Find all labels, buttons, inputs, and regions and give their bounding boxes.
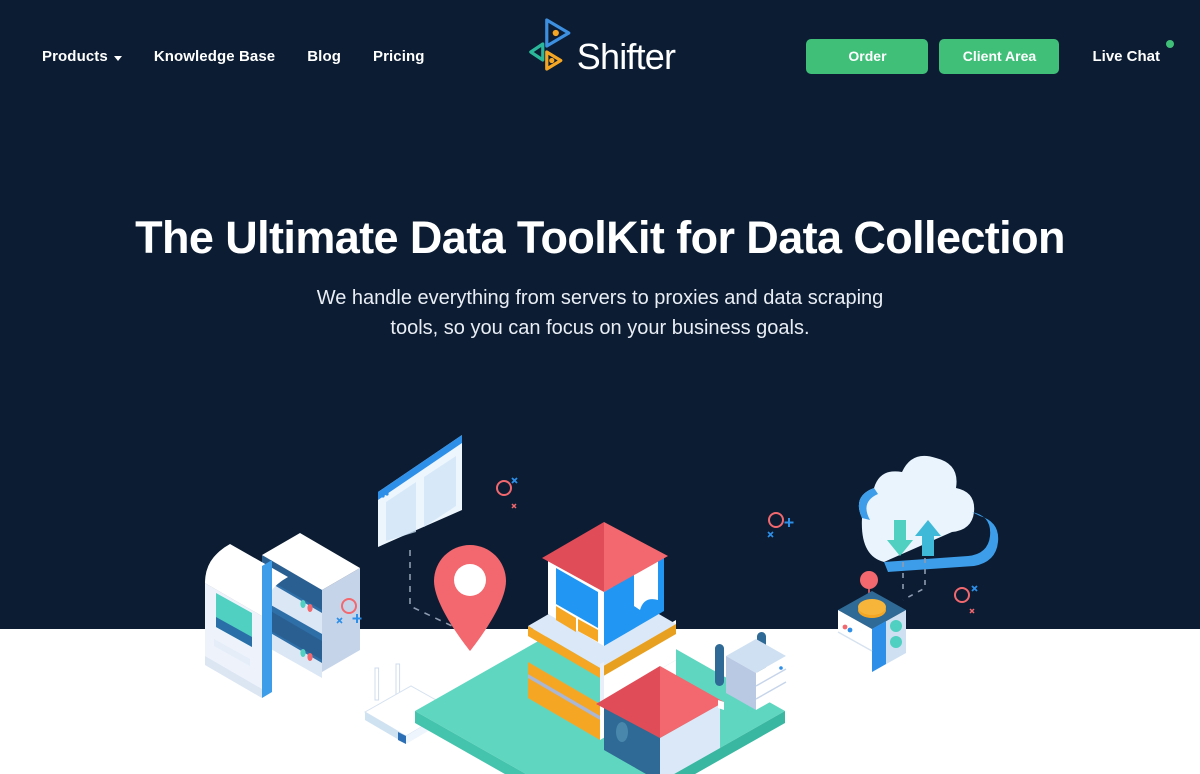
- page-title: The Ultimate Data ToolKit for Data Colle…: [135, 212, 1065, 263]
- hero-subtitle-line-2: tools, so you can focus on your business…: [390, 316, 810, 339]
- client-area-button[interactable]: Client Area: [939, 38, 1060, 74]
- main-navigation: Products Knowledge Base Blog Pricing Shi…: [0, 0, 1200, 112]
- server-tower-illustration: [205, 533, 360, 698]
- nav-item-knowledge-base[interactable]: Knowledge Base: [154, 48, 275, 65]
- hero-subtitle-line-1: We handle everything from servers to pro…: [316, 286, 884, 309]
- nav-item-pricing[interactable]: Pricing: [373, 48, 425, 65]
- online-status-dot-icon: [1166, 39, 1174, 48]
- location-pin-icon: [434, 545, 506, 651]
- site-logo-text: Shifter: [576, 36, 676, 77]
- chevron-down-icon: [113, 55, 122, 61]
- live-chat-link[interactable]: Live Chat: [1092, 39, 1174, 65]
- order-button[interactable]: Order: [806, 38, 929, 74]
- decorative-dots-center: [496, 477, 518, 509]
- nav-item-products[interactable]: Products: [42, 48, 122, 65]
- hero-illustration: [0, 410, 1200, 774]
- live-chat-label: Live Chat: [1092, 47, 1160, 65]
- browser-window-illustration: [378, 435, 462, 547]
- decorative-dots-upper-right: [767, 512, 794, 538]
- nav-links-group: Products Knowledge Base Blog Pricing: [42, 0, 425, 112]
- cloud-sync-illustration: [858, 455, 999, 572]
- nav-actions-group: Order Client Area Live Chat: [806, 0, 1174, 112]
- site-logo[interactable]: Shifter: [521, 14, 679, 82]
- nav-item-blog[interactable]: Blog: [307, 48, 341, 65]
- isometric-scene-svg: [205, 435, 999, 774]
- hero-section: The Ultimate Data ToolKit for Data Colle…: [0, 212, 1200, 343]
- hero-subtitle: We handle everything from servers to pro…: [0, 283, 1200, 343]
- network-device-illustration: [837, 571, 906, 672]
- decorative-dots-right: [954, 585, 978, 614]
- shifter-logo-icon: [529, 18, 571, 71]
- nav-item-products-label: Products: [42, 47, 108, 65]
